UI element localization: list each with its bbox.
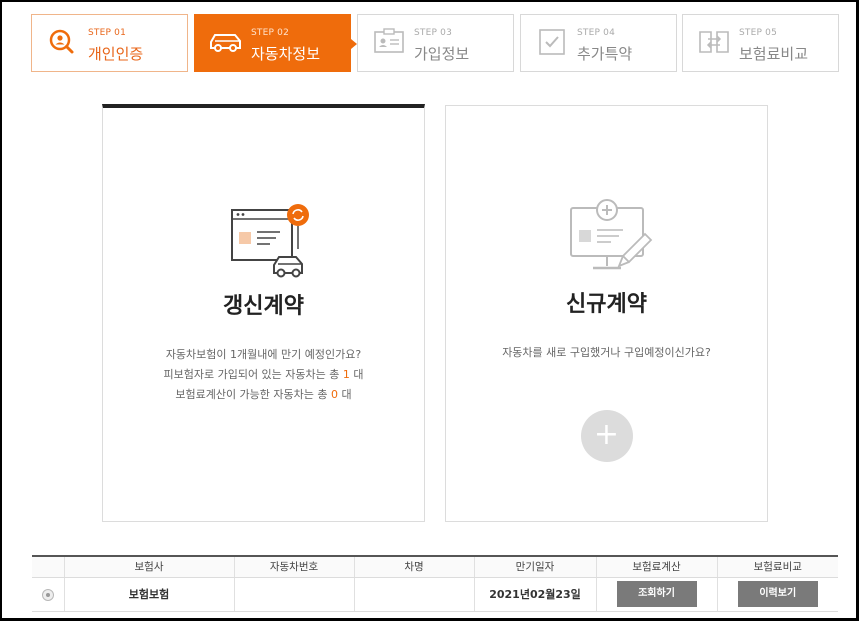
header-car-number: 자동차번호 <box>233 557 354 578</box>
table-row: 보험보험 2021년02월23일 조회하기 이력보기 <box>32 577 838 612</box>
step-1-personal-auth[interactable]: STEP 01 개인인증 <box>31 14 188 72</box>
renewal-desc-line1: 자동차보험이 1개월내에 만기 예정인가요? <box>165 348 362 361</box>
insurer-cell: 보험보험 <box>63 577 234 612</box>
step-label: 자동차정보 <box>251 45 321 63</box>
new-contract-monitor-icon <box>569 199 652 270</box>
step-progress: STEP 01 개인인증 STEP 02 자동차정보 STEP 03 가입정보 … <box>31 14 839 72</box>
step-number: STEP 02 <box>251 28 290 38</box>
step-label: 개인인증 <box>88 45 144 63</box>
header-select <box>32 557 64 578</box>
header-insurer: 보험사 <box>63 557 234 578</box>
header-premium-compare: 보험료비교 <box>716 557 838 578</box>
checkbox-icon <box>539 29 565 55</box>
renewal-insured-text: 피보험자로 가입되어 있는 자동차는 총 <box>163 368 340 381</box>
insured-car-count: 1 <box>342 368 350 381</box>
car-name-cell <box>353 577 474 612</box>
new-contract-description: 자동차를 새로 구입했거나 구입예정이신가요? <box>502 346 711 359</box>
step-number: STEP 04 <box>577 28 616 38</box>
table-header-row: 보험사 자동차번호 차명 만기일자 보험료계산 보험료비교 <box>32 557 838 578</box>
step-label: 보험료비교 <box>739 45 809 63</box>
renewal-desc-line2: 피보험자로 가입되어 있는 자동차는 총 1 대 <box>103 365 424 385</box>
new-contract-title: 신규계약 <box>566 292 647 317</box>
premium-compare-cell: 이력보기 <box>716 577 838 612</box>
renewal-description: 자동차보험이 1개월내에 만기 예정인가요? 피보험자로 가입되어 있는 자동차… <box>103 345 424 405</box>
header-expiry-date: 만기일자 <box>473 557 596 578</box>
row-select-cell <box>32 577 64 612</box>
step-label: 추가특약 <box>577 45 633 63</box>
add-new-contract-button[interactable]: + <box>580 410 633 462</box>
renewal-car-document-icon <box>230 204 309 278</box>
compare-icon <box>699 31 729 53</box>
step-4-additional-coverage[interactable]: STEP 04 추가특약 <box>520 14 677 72</box>
header-premium-calc: 보험료계산 <box>595 557 717 578</box>
renewal-title: 갱신계약 <box>223 294 304 319</box>
user-search-icon <box>49 29 74 54</box>
step-label: 가입정보 <box>414 45 470 63</box>
expiry-date-cell: 2021년02월23일 <box>473 577 596 612</box>
renewal-calc-text: 보험료계산이 가능한 자동차는 총 <box>175 388 328 401</box>
step-number: STEP 05 <box>739 28 778 38</box>
unit-text: 대 <box>341 388 352 401</box>
step-number: STEP 03 <box>414 28 453 38</box>
car-icon <box>210 34 241 52</box>
calculable-car-count: 0 <box>331 388 339 401</box>
step-number: STEP 01 <box>88 28 127 38</box>
car-number-cell <box>233 577 354 612</box>
unit-text: 대 <box>353 368 364 381</box>
renewal-desc-line3: 보험료계산이 가능한 자동차는 총 0 대 <box>103 385 424 405</box>
step-5-premium-compare[interactable]: STEP 05 보험료비교 <box>682 14 839 72</box>
inquire-button[interactable]: 조회하기 <box>616 581 697 607</box>
new-contract-card[interactable]: 신규계약 자동차를 새로 구입했거나 구입예정이신가요? + <box>445 105 768 522</box>
car-list-table: 보험사 자동차번호 차명 만기일자 보험료계산 보험료비교 보험보험 2021년… <box>32 555 838 612</box>
view-history-button[interactable]: 이력보기 <box>737 581 818 607</box>
header-car-name: 차명 <box>353 557 474 578</box>
id-card-icon <box>374 28 404 53</box>
step-3-subscription-info[interactable]: STEP 03 가입정보 <box>357 14 514 72</box>
renewal-contract-card[interactable]: 갱신계약 자동차보험이 1개월내에 만기 예정인가요? 피보험자로 가입되어 있… <box>102 104 425 522</box>
row-select-radio[interactable] <box>41 588 54 601</box>
step-2-car-info[interactable]: STEP 02 자동차정보 <box>194 14 357 72</box>
premium-calc-cell: 조회하기 <box>595 577 717 612</box>
